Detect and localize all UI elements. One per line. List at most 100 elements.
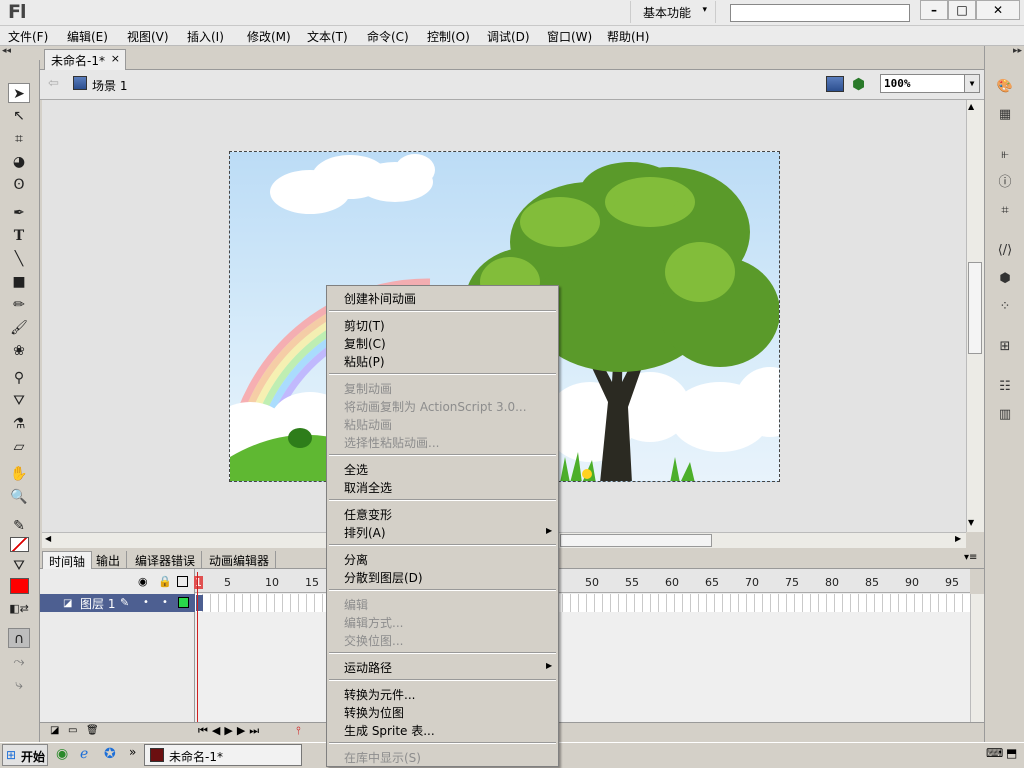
scene-name[interactable]: 场景 1 xyxy=(92,77,127,94)
straighten-icon[interactable]: ⤷ xyxy=(8,675,30,695)
scroll-down-icon[interactable]: ▼ xyxy=(968,518,974,527)
motion-presets-icon[interactable]: ⁘ xyxy=(995,298,1015,316)
library-panel-icon[interactable]: ▥ xyxy=(995,406,1015,424)
pencil-tool-icon[interactable]: ✏ xyxy=(8,295,30,315)
menu-item-generate-sprite-sheet[interactable]: 生成 Sprite 表... xyxy=(344,722,435,739)
minimize-button[interactable]: – xyxy=(920,0,948,20)
smooth-icon[interactable]: ⤳ xyxy=(8,652,30,672)
app-quicklaunch-icon[interactable]: ✪ xyxy=(104,746,116,762)
menu-item-convert-to-symbol[interactable]: 转换为元件... xyxy=(344,686,415,703)
3d-rotation-tool-icon[interactable]: ◕ xyxy=(8,152,30,172)
tab-timeline[interactable]: 时间轴 xyxy=(42,551,93,569)
close-tab-icon[interactable]: × xyxy=(111,52,120,65)
brush-tool-icon[interactable]: 🖌 xyxy=(8,318,30,338)
paint-bucket-tool-icon[interactable]: ⛛ xyxy=(8,391,30,411)
keyboard-tray-icon[interactable]: ⌨ xyxy=(986,746,1003,760)
lock-icon[interactable]: 🔒 xyxy=(158,575,172,588)
frame-row[interactable] xyxy=(195,594,970,612)
menu-edit[interactable]: 编辑(E) xyxy=(67,28,108,45)
menu-view[interactable]: 视图(V) xyxy=(127,28,169,45)
subselection-tool-icon[interactable]: ↖ xyxy=(8,106,30,126)
ie-quicklaunch-icon[interactable]: ℯ xyxy=(80,746,88,762)
layer-lock-dot[interactable]: • xyxy=(162,597,168,608)
transform-panel-icon[interactable]: ⌗ xyxy=(995,202,1015,220)
snap-to-objects-icon[interactable]: ∩ xyxy=(8,628,30,648)
lasso-tool-icon[interactable]: ʘ xyxy=(8,175,30,195)
back-arrow-icon[interactable]: ⇦ xyxy=(48,76,59,91)
layer-name[interactable]: 图层 1 xyxy=(80,597,115,611)
properties-panel-icon[interactable]: ☷ xyxy=(995,378,1015,396)
menu-item-paste[interactable]: 粘贴(P) xyxy=(344,353,385,370)
expand-panels-button[interactable]: ▸▸ xyxy=(985,46,1024,60)
bone-tool-icon[interactable]: ⚲ xyxy=(8,368,30,388)
deco-tool-icon[interactable]: ❀ xyxy=(8,341,30,361)
swap-colors-icon[interactable]: ◧⇄ xyxy=(8,599,30,619)
collapse-panel-button[interactable]: ◂◂ xyxy=(0,46,40,60)
restore-button[interactable]: □ xyxy=(948,0,976,20)
menu-modify[interactable]: 修改(M) xyxy=(247,28,291,45)
menu-item-break-apart[interactable]: 分离 xyxy=(344,551,368,568)
color-panel-icon[interactable]: 🎨 xyxy=(995,78,1015,96)
new-folder-icon[interactable]: ▭ xyxy=(68,725,77,736)
tab-output[interactable]: 输出 xyxy=(90,551,128,569)
delete-layer-icon[interactable]: 🗑 xyxy=(86,725,99,736)
layer-visible-dot[interactable]: • xyxy=(143,597,149,608)
tab-motion-editor[interactable]: 动画编辑器 xyxy=(203,551,277,569)
quicklaunch-overflow[interactable]: » xyxy=(129,745,136,759)
menu-item-create-motion-tween[interactable]: 创建补间动画 xyxy=(344,290,416,307)
fill-color-swatch[interactable] xyxy=(10,578,29,594)
edit-symbols-icon[interactable]: ⬢ xyxy=(852,75,865,93)
layer-outline-color[interactable] xyxy=(178,597,189,608)
playhead[interactable] xyxy=(197,572,198,722)
menu-text[interactable]: 文本(T) xyxy=(307,28,348,45)
browser-quicklaunch-icon[interactable]: ◉ xyxy=(56,746,68,762)
menu-item-free-transform[interactable]: 任意变形 xyxy=(344,506,392,523)
show-hide-eye-icon[interactable]: ◉ xyxy=(138,575,148,588)
vertical-scroll-thumb[interactable] xyxy=(968,262,982,354)
swatches-panel-icon[interactable]: ▦ xyxy=(995,106,1015,124)
scroll-left-icon[interactable]: ◀ xyxy=(45,534,51,543)
actions-panel-icon[interactable]: ⟨/⟩ xyxy=(995,242,1015,260)
text-tool-icon[interactable]: T xyxy=(8,226,30,246)
help-search-input[interactable] xyxy=(730,4,910,22)
project-panel-icon[interactable]: ⊞ xyxy=(995,338,1015,356)
new-layer-icon[interactable]: ◪ xyxy=(50,725,59,736)
timeline-vertical-scrollbar[interactable] xyxy=(970,594,984,722)
menu-item-convert-to-bitmap[interactable]: 转换为位图 xyxy=(344,704,404,721)
info-panel-icon[interactable]: ⓘ xyxy=(995,174,1015,192)
scroll-right-icon[interactable]: ▶ xyxy=(955,534,961,543)
menu-item-arrange[interactable]: 排列(A) xyxy=(344,524,386,541)
align-panel-icon[interactable]: ⫦ xyxy=(995,146,1015,164)
menu-insert[interactable]: 插入(I) xyxy=(187,28,224,45)
zoom-select[interactable]: 100% ▼ xyxy=(880,74,980,93)
menu-item-distribute-to-layers[interactable]: 分散到图层(D) xyxy=(344,569,423,586)
workspace-switcher[interactable]: 基本功能 ▾ xyxy=(630,1,716,23)
rectangle-tool-icon[interactable]: ■ xyxy=(8,272,30,292)
panel-menu-icon[interactable]: ▾≡ xyxy=(964,552,977,563)
menu-file[interactable]: 文件(F) xyxy=(8,28,48,45)
menu-window[interactable]: 窗口(W) xyxy=(547,28,592,45)
menu-debug[interactable]: 调试(D) xyxy=(487,28,530,45)
menu-item-deselect-all[interactable]: 取消全选 xyxy=(344,479,392,496)
edit-scene-icon[interactable] xyxy=(826,76,844,92)
hand-tool-icon[interactable]: ✋ xyxy=(8,464,30,484)
eraser-tool-icon[interactable]: ▱ xyxy=(8,437,30,457)
pen-tool-icon[interactable]: ✒ xyxy=(8,203,30,223)
menu-help[interactable]: 帮助(H) xyxy=(607,28,649,45)
selection-tool-icon[interactable]: ➤ xyxy=(8,83,30,103)
stroke-color-swatch[interactable] xyxy=(10,537,29,552)
document-tab[interactable]: 未命名-1* × xyxy=(44,49,126,70)
network-tray-icon[interactable]: ⬒ xyxy=(1006,746,1017,760)
tab-compiler-errors[interactable]: 编译器错误 xyxy=(129,551,203,569)
outline-icon[interactable] xyxy=(177,576,188,587)
menu-item-cut[interactable]: 剪切(T) xyxy=(344,317,385,334)
close-button[interactable]: ✕ xyxy=(976,0,1020,20)
menu-item-select-all[interactable]: 全选 xyxy=(344,461,368,478)
menu-item-copy[interactable]: 复制(C) xyxy=(344,335,386,352)
menu-control[interactable]: 控制(O) xyxy=(427,28,470,45)
scroll-up-icon[interactable]: ▲ xyxy=(968,102,974,111)
line-tool-icon[interactable]: ╲ xyxy=(8,249,30,269)
center-frame-icon[interactable]: ⫯ xyxy=(296,724,301,738)
eyedropper-tool-icon[interactable]: ⚗ xyxy=(8,414,30,434)
free-transform-tool-icon[interactable]: ⌗ xyxy=(8,129,30,149)
